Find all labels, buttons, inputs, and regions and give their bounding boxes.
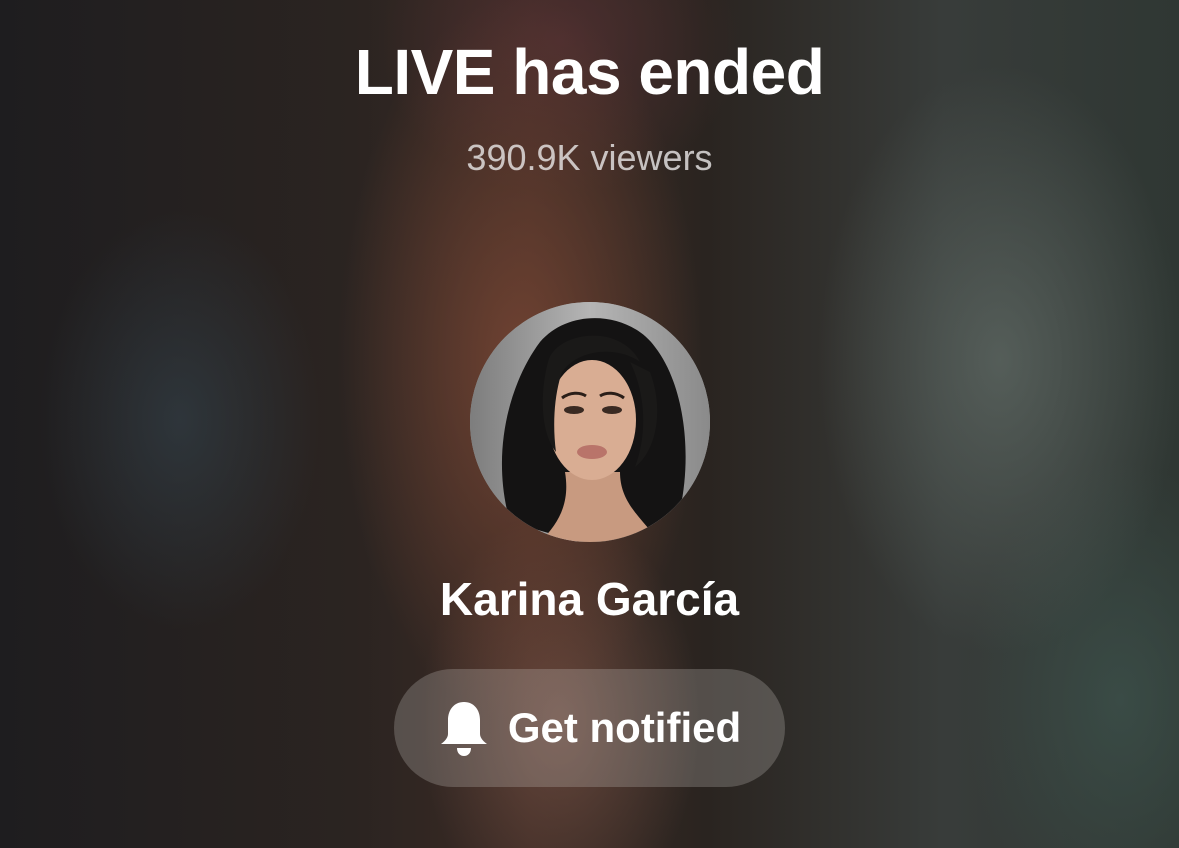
viewer-count: 390.9K viewers	[466, 137, 713, 178]
live-ended-screen: LIVE has ended 390.9K viewers Karina Gar…	[0, 0, 1179, 848]
page-title: LIVE has ended	[354, 36, 825, 108]
get-notified-button[interactable]: Get notified	[394, 669, 785, 787]
get-notified-label: Get notified	[507, 704, 742, 751]
avatar-image	[470, 302, 710, 542]
host-name: Karina García	[439, 573, 740, 625]
avatar[interactable]	[470, 302, 710, 542]
bell-icon	[438, 698, 490, 758]
